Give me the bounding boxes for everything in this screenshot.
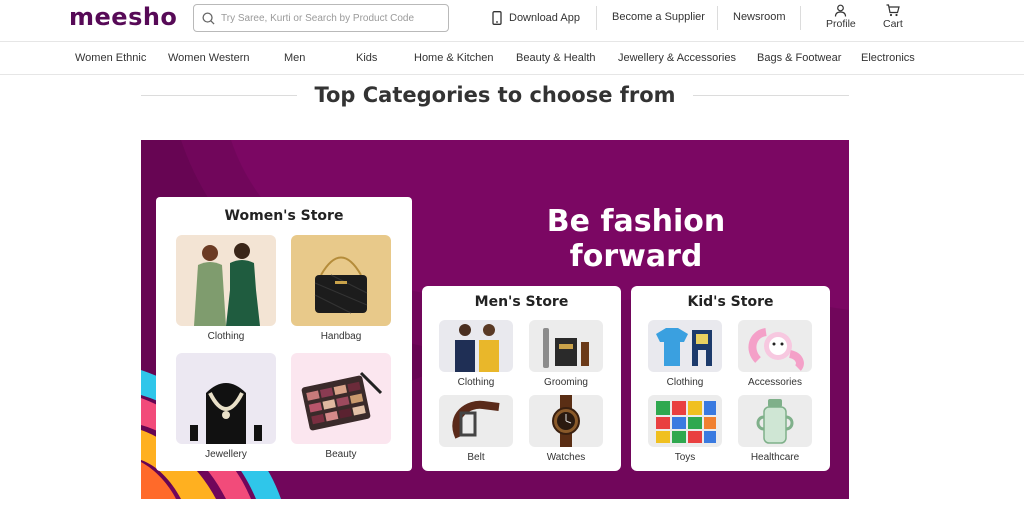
header-divider: [800, 6, 801, 30]
kids-accessories-tile[interactable]: Accessories: [738, 320, 812, 388]
search-input[interactable]: [221, 12, 441, 24]
fashion-banner[interactable]: Be fashion forward Women's Store Clothin…: [141, 140, 849, 499]
womens-clothing-label: Clothing: [207, 331, 245, 342]
category-kids[interactable]: Kids: [356, 52, 377, 64]
toy-blocks-photo-icon: [648, 395, 722, 447]
eyeshadow-palette-photo-icon: [291, 353, 391, 444]
cart-icon: [886, 4, 900, 17]
category-jewellery-accessories[interactable]: Jewellery & Accessories: [618, 52, 736, 64]
womens-jewellery-label: Jewellery: [205, 449, 247, 460]
womens-store-title: Women's Store: [224, 208, 344, 224]
kids-healthcare-label: Healthcare: [750, 452, 800, 463]
kids-clothing-tile[interactable]: Clothing: [648, 320, 722, 388]
category-beauty-health[interactable]: Beauty & Health: [516, 52, 596, 64]
womens-handbag-tile[interactable]: Handbag: [291, 235, 391, 342]
kids-store-card[interactable]: Kid's Store Clothing Accessories Toys He…: [631, 286, 830, 471]
header-divider: [596, 6, 597, 30]
kids-store-title: Kid's Store: [687, 294, 774, 310]
kids-toys-label: Toys: [674, 452, 696, 463]
meesho-logo[interactable]: meesho: [69, 3, 177, 31]
womens-jewellery-tile[interactable]: Jewellery: [176, 353, 276, 460]
womens-beauty-label: Beauty: [325, 449, 357, 460]
kids-clothing-label: Clothing: [666, 377, 704, 388]
cart-label: Cart: [883, 18, 903, 30]
download-app-link[interactable]: Download App: [492, 11, 580, 25]
kids-watch-photo-icon: [738, 320, 812, 372]
mens-grooming-tile[interactable]: Grooming: [529, 320, 603, 388]
womens-beauty-tile[interactable]: Beauty: [291, 353, 391, 460]
category-women-western[interactable]: Women Western: [168, 52, 250, 64]
header-divider: [717, 6, 718, 30]
clothing-photo-icon: [176, 235, 276, 326]
kids-clothing-photo-icon: [648, 320, 722, 372]
newsroom-link[interactable]: Newsroom: [733, 11, 786, 23]
category-home-kitchen[interactable]: Home & Kitchen: [414, 52, 493, 64]
become-supplier-label: Become a Supplier: [612, 11, 705, 23]
title-divider-right: [693, 95, 849, 96]
banner-headline: Be fashion forward: [546, 204, 726, 274]
category-bags-footwear[interactable]: Bags & Footwear: [757, 52, 841, 64]
sipper-bottle-photo-icon: [738, 395, 812, 447]
kids-accessories-label: Accessories: [748, 377, 802, 388]
kids-healthcare-tile[interactable]: Healthcare: [738, 395, 812, 463]
mens-store-card[interactable]: Men's Store Clothing Grooming Belt Watch…: [422, 286, 621, 471]
profile-label: Profile: [826, 18, 856, 30]
mobile-phone-icon: [492, 11, 502, 25]
womens-store-card[interactable]: Women's Store Clothing Handbag Jewellery…: [156, 197, 412, 471]
search-icon: [202, 11, 215, 25]
mens-watches-label: Watches: [546, 452, 586, 463]
category-men[interactable]: Men: [284, 52, 305, 64]
mens-belt-label: Belt: [467, 452, 485, 463]
watch-photo-icon: [529, 395, 603, 447]
top-header: meesho Download App Become a Supplier Ne…: [0, 0, 1024, 42]
mens-clothing-label: Clothing: [457, 377, 495, 388]
mens-clothing-photo-icon: [439, 320, 513, 372]
womens-clothing-tile[interactable]: Clothing: [176, 235, 276, 342]
kids-toys-tile[interactable]: Toys: [648, 395, 722, 463]
category-women-ethnic[interactable]: Women Ethnic: [75, 52, 146, 64]
category-nav: Women Ethnic Women Western Men Kids Home…: [0, 42, 1024, 75]
search-bar[interactable]: [193, 4, 449, 32]
mens-watches-tile[interactable]: Watches: [529, 395, 603, 463]
category-electronics[interactable]: Electronics: [861, 52, 915, 64]
become-supplier-link[interactable]: Become a Supplier: [612, 11, 705, 23]
mens-clothing-tile[interactable]: Clothing: [439, 320, 513, 388]
mens-grooming-label: Grooming: [544, 377, 588, 388]
newsroom-label: Newsroom: [733, 11, 786, 23]
profile-button[interactable]: Profile: [826, 4, 856, 30]
grooming-kit-photo-icon: [529, 320, 603, 372]
handbag-photo-icon: [291, 235, 391, 326]
belt-photo-icon: [439, 395, 513, 447]
user-icon: [835, 4, 847, 17]
download-app-label: Download App: [509, 12, 580, 24]
necklace-photo-icon: [176, 353, 276, 444]
mens-belt-tile[interactable]: Belt: [439, 395, 513, 463]
womens-handbag-label: Handbag: [320, 331, 362, 342]
cart-button[interactable]: Cart: [883, 4, 903, 30]
mens-store-title: Men's Store: [474, 294, 569, 310]
